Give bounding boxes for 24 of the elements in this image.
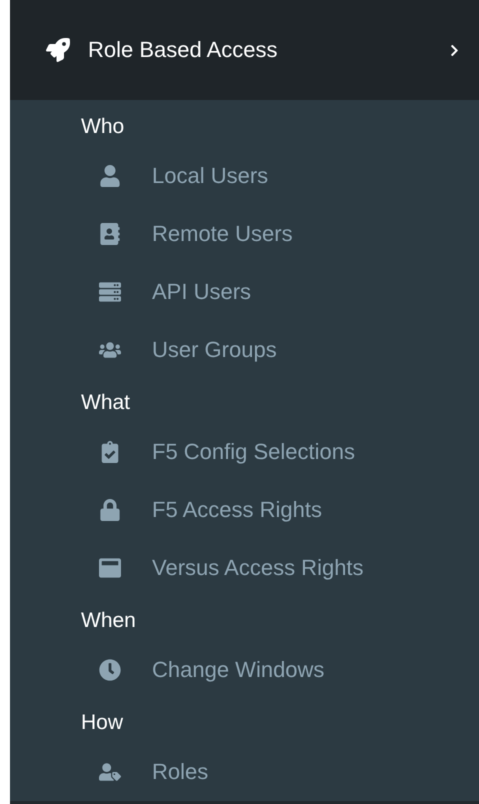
menu-item[interactable]: F5 Access Rights <box>10 481 479 539</box>
user-icon <box>99 165 121 187</box>
clock-icon <box>99 659 121 681</box>
menu-item[interactable]: Roles <box>10 743 479 801</box>
menu-item[interactable]: Local Users <box>10 147 479 205</box>
menu-item[interactable]: Remote Users <box>10 205 479 263</box>
menu-item[interactable]: API Users <box>10 263 479 321</box>
menu-item[interactable]: Change Windows <box>10 641 479 699</box>
window-icon <box>99 557 121 579</box>
section-heading: Who <box>80 114 126 140</box>
clipboard-check-icon <box>99 441 121 463</box>
chevron-icon <box>448 44 461 56</box>
section-heading: What <box>80 390 132 416</box>
section-heading: When <box>80 608 137 634</box>
menu-header[interactable]: Role Based Access <box>10 0 479 100</box>
section-heading: How <box>80 710 124 736</box>
contact-book-icon <box>99 223 121 245</box>
menu-item[interactable]: User Groups <box>10 321 479 379</box>
menu-item[interactable]: F5 Config Selections <box>10 423 479 481</box>
server-icon <box>99 281 121 303</box>
lock-icon <box>99 499 121 521</box>
user-tag-icon <box>99 761 121 783</box>
rocket-icon <box>46 38 70 62</box>
menu-item[interactable]: Versus Access Rights <box>10 539 479 597</box>
